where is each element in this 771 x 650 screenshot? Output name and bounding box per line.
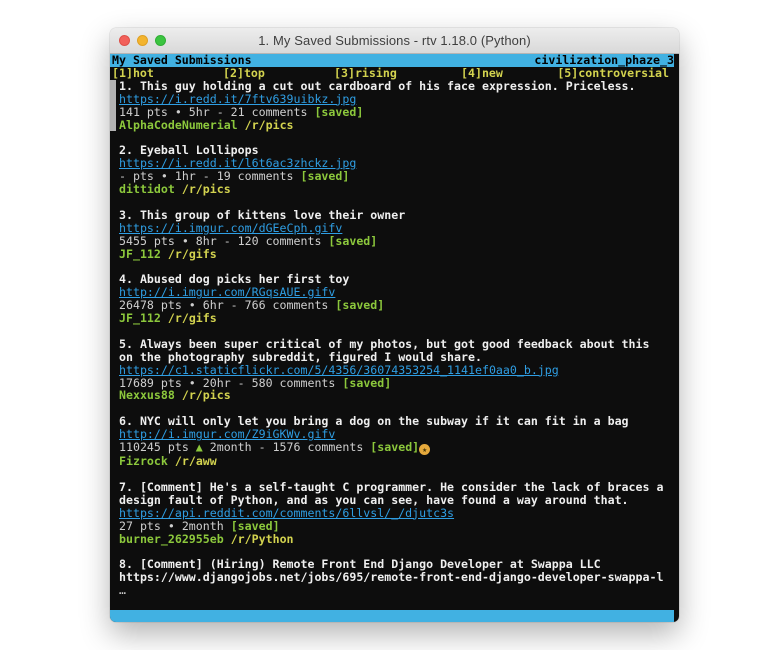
submission-subreddit[interactable]: /r/gifs bbox=[168, 247, 217, 261]
submission-byline: JF_112/r/gifs bbox=[119, 248, 677, 261]
menu-hot[interactable]: [1]hot bbox=[112, 67, 154, 80]
saved-badge: [saved] bbox=[231, 519, 280, 533]
submission-title[interactable]: 1. This guy holding a cut out cardboard … bbox=[119, 80, 677, 93]
submission-author[interactable]: Fizrock bbox=[119, 454, 168, 468]
submission-byline: AlphaCodeNumerial/r/pics bbox=[119, 119, 677, 132]
submission-stats: 110245 pts ▲ 2month - 1576 comments [sav… bbox=[119, 441, 677, 455]
submission-author[interactable]: Nexxus88 bbox=[119, 388, 175, 402]
submission-byline: JF_112/r/gifs bbox=[119, 312, 677, 325]
submission-title[interactable]: 7. [Comment] He's a self-taught C progra… bbox=[119, 481, 677, 507]
menu-rising[interactable]: [3]rising bbox=[334, 67, 397, 80]
app-window: 1. My Saved Submissions - rtv 1.18.0 (Py… bbox=[110, 28, 679, 622]
submission-item: 6. NYC will only let you bring a dog on … bbox=[110, 415, 679, 468]
submission-item: 2. Eyeball Lollipops https://i.redd.it/l… bbox=[110, 144, 679, 196]
menu-controversial[interactable]: [5]controversial bbox=[557, 67, 669, 80]
header-bar: My Saved Submissions civilization_phaze_… bbox=[110, 54, 674, 67]
traffic-lights bbox=[119, 28, 166, 53]
submission-byline: Nexxus88/r/pics bbox=[119, 389, 677, 402]
submission-title[interactable]: 8. [Comment] (Hiring) Remote Front End D… bbox=[119, 558, 677, 584]
desktop: 1. My Saved Submissions - rtv 1.18.0 (Py… bbox=[0, 0, 771, 650]
submission-title[interactable]: 3. This group of kittens love their owne… bbox=[119, 209, 677, 222]
submission-item: 4. Abused dog picks her first toy http:/… bbox=[110, 273, 679, 325]
submission-subreddit[interactable]: /r/aww bbox=[175, 454, 217, 468]
submission-byline: burner_262955eb/r/Python bbox=[119, 533, 677, 546]
page-title: My Saved Submissions bbox=[112, 54, 252, 67]
window-title: 1. My Saved Submissions - rtv 1.18.0 (Py… bbox=[258, 33, 531, 48]
sort-menu: [1]hot [2]top [3]rising [4]new [5]contro… bbox=[110, 67, 674, 80]
close-button[interactable] bbox=[119, 35, 130, 46]
submission-subreddit[interactable]: /r/pics bbox=[245, 118, 294, 132]
submission-subreddit[interactable]: /r/pics bbox=[182, 388, 231, 402]
saved-badge: [saved] bbox=[300, 169, 349, 183]
submission-item: 8. [Comment] (Hiring) Remote Front End D… bbox=[110, 558, 679, 597]
saved-badge: [saved] bbox=[328, 234, 377, 248]
menu-new[interactable]: [4]new bbox=[461, 67, 503, 80]
menu-top[interactable]: [2]top bbox=[223, 67, 265, 80]
saved-badge: [saved] bbox=[314, 105, 363, 119]
submission-byline: dittidot/r/pics bbox=[119, 183, 677, 196]
truncation-ellipsis: … bbox=[119, 584, 677, 597]
submission-author[interactable]: JF_112 bbox=[119, 247, 161, 261]
status-bar: [?]Help[q]Quit[l]Comments[/]Prompt[u]Log… bbox=[110, 610, 674, 622]
window-titlebar[interactable]: 1. My Saved Submissions - rtv 1.18.0 (Py… bbox=[110, 28, 679, 54]
submission-author[interactable]: dittidot bbox=[119, 182, 175, 196]
submission-title[interactable]: 5. Always been super critical of my phot… bbox=[119, 338, 677, 364]
submission-author[interactable]: JF_112 bbox=[119, 311, 161, 325]
saved-badge: [saved] bbox=[370, 440, 419, 454]
zoom-button[interactable] bbox=[155, 35, 166, 46]
submission-item: 1. This guy holding a cut out cardboard … bbox=[110, 80, 679, 132]
terminal: My Saved Submissions civilization_phaze_… bbox=[110, 54, 679, 622]
submission-item: 7. [Comment] He's a self-taught C progra… bbox=[110, 481, 679, 546]
submission-subreddit[interactable]: /r/gifs bbox=[168, 311, 217, 325]
logged-in-username: civilization_phaze_3 bbox=[534, 54, 674, 67]
submission-item: 3. This group of kittens love their owne… bbox=[110, 209, 679, 261]
upvote-arrow-icon: ▲ bbox=[196, 440, 203, 454]
selection-cursor bbox=[110, 80, 116, 132]
saved-badge: [saved] bbox=[342, 376, 391, 390]
submission-subreddit[interactable]: /r/pics bbox=[182, 182, 231, 196]
saved-badge: [saved] bbox=[335, 298, 384, 312]
submission-subreddit[interactable]: /r/Python bbox=[231, 532, 294, 546]
minimize-button[interactable] bbox=[137, 35, 148, 46]
submission-stats: 5455 pts • 8hr - 120 comments [saved] bbox=[119, 235, 677, 248]
submission-author[interactable]: burner_262955eb bbox=[119, 532, 224, 546]
submission-item: 5. Always been super critical of my phot… bbox=[110, 338, 679, 403]
gilded-icon: ★ bbox=[419, 444, 430, 455]
submission-byline: Fizrock/r/aww bbox=[119, 455, 677, 468]
